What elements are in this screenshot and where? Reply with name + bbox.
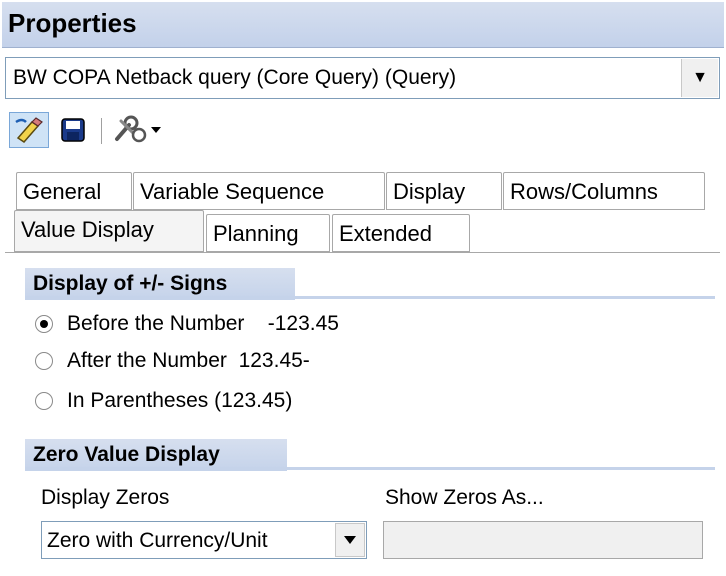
radio-button[interactable] — [35, 352, 53, 370]
save-button[interactable] — [57, 112, 89, 148]
tab-label: Extended — [339, 221, 432, 246]
tab-planning[interactable]: Planning — [206, 214, 330, 252]
panel-title: Properties — [8, 8, 137, 38]
group-title: Display of +/- Signs — [33, 272, 228, 295]
group-title: Zero Value Display — [33, 443, 220, 466]
display-zeros-value: Zero with Currency/Unit — [47, 529, 268, 552]
properties-panel: Properties BW COPA Netback query (Core Q… — [0, 0, 726, 576]
show-zeros-as-input[interactable] — [383, 521, 703, 559]
group-divider — [25, 296, 715, 299]
toolbar-separator — [101, 118, 102, 144]
toolbar — [5, 108, 720, 154]
tab-general[interactable]: General — [16, 172, 132, 210]
radio-label: Before the Number -123.45 — [67, 312, 339, 335]
tab-label: Value Display — [21, 217, 154, 242]
radio-button-checked[interactable] — [35, 315, 53, 333]
tab-label: General — [23, 179, 102, 204]
query-selector-dropdown[interactable]: BW COPA Netback query (Core Query) (Quer… — [5, 57, 720, 99]
radio-button[interactable] — [35, 392, 53, 410]
tab-value-display[interactable]: Value Display — [14, 210, 204, 252]
tools-dropdown-button[interactable] — [111, 112, 167, 148]
group-divider — [25, 467, 715, 470]
chevron-down-icon[interactable]: ▼ — [681, 59, 718, 97]
edit-pencil-icon — [15, 117, 43, 143]
value-display-panel: Display of +/- Signs Before the Number -… — [5, 252, 720, 576]
radio-in-parentheses[interactable]: In Parentheses (123.45) — [35, 384, 292, 418]
display-zeros-select[interactable]: Zero with Currency/Unit — [41, 521, 367, 559]
show-zeros-as-label: Show Zeros As... — [385, 486, 544, 509]
chevron-down-icon[interactable] — [335, 523, 365, 557]
tab-label: Display — [393, 179, 466, 204]
tab-variable-sequence[interactable]: Variable Sequence — [133, 172, 385, 210]
radio-after-number[interactable]: After the Number 123.45- — [35, 344, 310, 378]
tab-display[interactable]: Display — [386, 172, 502, 210]
tab-label: Variable Sequence — [140, 179, 325, 204]
tab-rows-columns[interactable]: Rows/Columns — [503, 172, 705, 210]
query-selector-value: BW COPA Netback query (Core Query) (Quer… — [13, 66, 457, 89]
tab-label: Planning — [213, 221, 299, 246]
tab-label: Rows/Columns — [510, 179, 658, 204]
tab-extended[interactable]: Extended — [332, 214, 470, 252]
tools-dropdown-icon — [115, 115, 161, 143]
title-bar: Properties — [2, 2, 724, 48]
edit-button[interactable] — [9, 112, 49, 148]
save-disk-icon — [61, 118, 85, 142]
display-zeros-label: Display Zeros — [41, 486, 170, 509]
radio-label: After the Number 123.45- — [67, 349, 310, 372]
radio-before-number[interactable]: Before the Number -123.45 — [35, 307, 339, 341]
radio-label: In Parentheses (123.45) — [67, 389, 293, 412]
